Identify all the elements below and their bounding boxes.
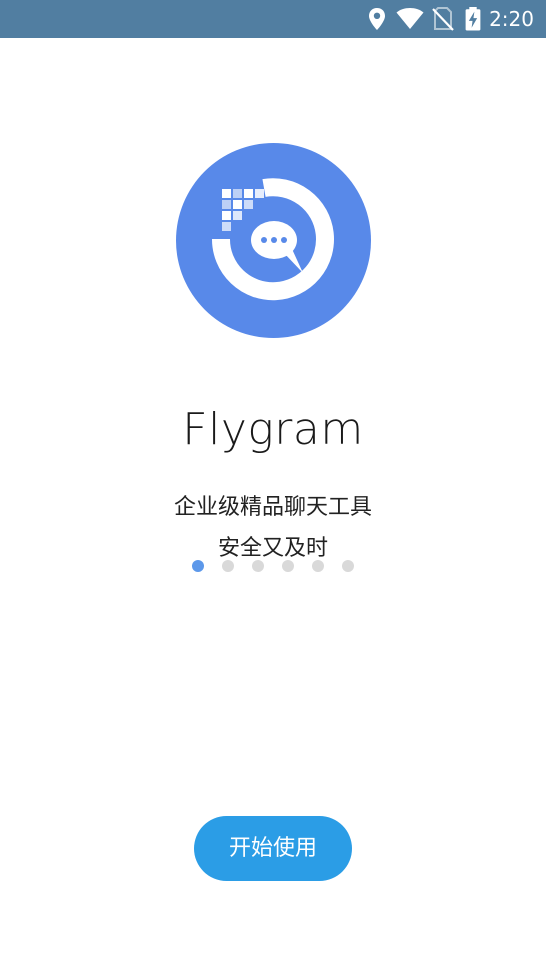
status-bar: 2:20	[0, 0, 546, 38]
chat-bubble-logo-icon	[176, 143, 371, 338]
battery-charging-icon	[465, 7, 481, 31]
no-sim-icon	[432, 7, 454, 31]
page-dot-active[interactable]	[192, 560, 204, 572]
tagline-line-1: 企业级精品聊天工具	[173, 495, 372, 520]
page-dot[interactable]	[252, 560, 264, 572]
location-icon	[369, 8, 385, 30]
start-button[interactable]: 开始使用	[194, 816, 352, 881]
page-dot[interactable]	[342, 560, 354, 572]
app-name: Flygram	[182, 404, 364, 455]
page-dot[interactable]	[282, 560, 294, 572]
wifi-icon	[396, 8, 424, 29]
status-time: 2:20	[489, 7, 534, 31]
page-indicator	[0, 559, 546, 573]
page-dot[interactable]	[312, 560, 324, 572]
page-dot[interactable]	[222, 560, 234, 572]
